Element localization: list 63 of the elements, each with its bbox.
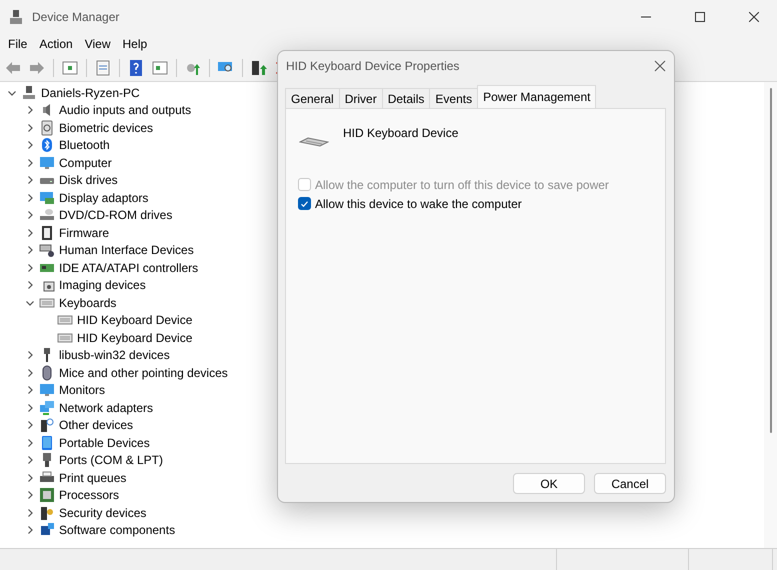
tab[interactable]: General [285, 88, 340, 108]
tab[interactable]: Power Management [477, 85, 596, 108]
menu-item[interactable]: Action [33, 37, 79, 51]
tree-item[interactable]: Network adapters [59, 400, 154, 415]
tree-item[interactable]: Bluetooth [59, 138, 110, 152]
tree-item[interactable]: Processors [59, 488, 120, 502]
tree-item[interactable]: Security devices [59, 506, 146, 520]
close-icon[interactable] [654, 60, 666, 72]
display-card-icon [39, 190, 55, 206]
monitor-icon [39, 154, 55, 171]
close-icon [749, 12, 759, 22]
tree-item[interactable]: Biometric devices [59, 120, 154, 135]
tree-item[interactable]: Print queues [59, 470, 126, 485]
menu-item[interactable]: Help [116, 37, 154, 51]
help-icon [127, 59, 145, 77]
tree-item[interactable]: Mice and other pointing devices [59, 366, 228, 380]
menu-item[interactable]: View [78, 37, 116, 51]
tablet-icon [39, 434, 55, 451]
device-arrow-icon [250, 59, 268, 77]
tree-item[interactable]: Firmware [59, 226, 109, 240]
tree-item[interactable]: Audio inputs and outputs [59, 103, 192, 118]
tree-item[interactable]: Other devices [59, 418, 134, 432]
processor-icon [39, 487, 55, 504]
tree-item[interactable]: Daniels-Ryzen-PC [41, 86, 140, 100]
arrow-right-icon [28, 59, 46, 77]
cancel-button[interactable]: Cancel [594, 473, 666, 494]
tree-item[interactable]: Imaging devices [59, 278, 146, 292]
checkbox[interactable] [298, 197, 311, 210]
dialog-title: HID Keyboard Device Properties [286, 59, 460, 73]
tree-item[interactable]: Display adaptors [59, 190, 148, 205]
window-title: Device Manager [32, 10, 120, 24]
monitor-icon [39, 382, 55, 398]
keyboard-icon [299, 137, 329, 147]
tree-item[interactable]: Computer [59, 156, 112, 170]
checkmark-icon [301, 200, 308, 206]
tree-item[interactable]: Human Interface Devices [59, 243, 194, 258]
maximize-icon [695, 12, 705, 22]
sheet-icon [94, 59, 112, 77]
tree-item[interactable]: libusb-win32 devices [59, 348, 170, 362]
scrollbar[interactable] [764, 82, 777, 548]
tree-item[interactable]: IDE ATA/ATAPI controllers [59, 260, 198, 275]
tree-item[interactable]: HID Keyboard Device [77, 330, 192, 345]
ok-button[interactable]: OK [513, 473, 585, 494]
app-icon [8, 8, 24, 24]
panel-icon [61, 59, 79, 77]
tree-item[interactable]: Keyboards [59, 296, 116, 310]
tree-item[interactable]: Portable Devices [59, 436, 150, 450]
computer-icon [21, 84, 37, 101]
device-name: HID Keyboard Device [343, 126, 458, 140]
tree-item[interactable]: Disk drives [59, 173, 118, 188]
tree-item[interactable]: DVD/CD-ROM drives [59, 208, 172, 222]
tree-item[interactable]: Software components [59, 523, 176, 538]
tree-item[interactable]: Ports (COM & LPT) [59, 453, 164, 468]
checkbox-label: Allow the computer to turn off this device to save power [315, 178, 609, 192]
bluetooth-icon [39, 137, 55, 154]
menu-item[interactable]: File [2, 37, 34, 51]
panel-icon [151, 59, 169, 77]
tree-item[interactable]: Monitors [59, 383, 106, 398]
checkbox-label: Allow this device to wake the computer [315, 196, 522, 210]
unknown-device-icon [39, 417, 55, 434]
tree-item[interactable]: HID Keyboard Device [77, 313, 192, 328]
keyboard-mouse-icon [39, 242, 55, 258]
network-icon [39, 400, 55, 416]
